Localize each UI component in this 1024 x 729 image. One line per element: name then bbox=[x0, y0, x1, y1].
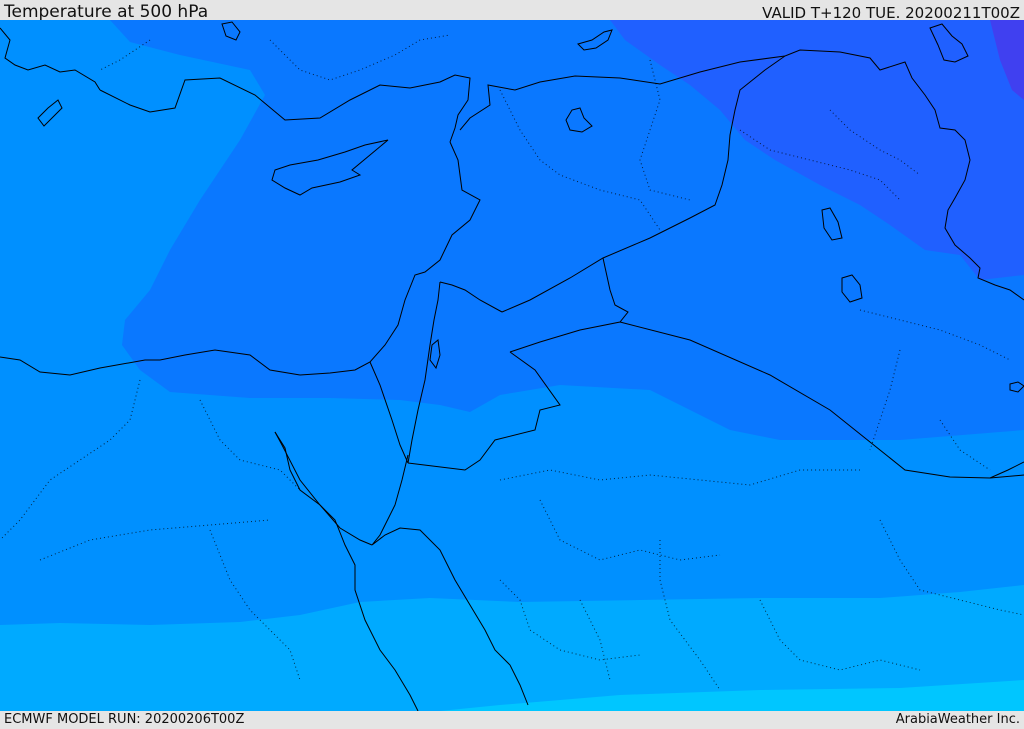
temperature-bands bbox=[0, 20, 1024, 711]
weather-map[interactable] bbox=[0, 20, 1024, 711]
map-title: Temperature at 500 hPa bbox=[4, 2, 209, 22]
top-bar: Temperature at 500 hPa VALID T+120 TUE. … bbox=[0, 0, 1024, 22]
credit-label: ArabiaWeather Inc. bbox=[895, 712, 1020, 727]
model-run-label: ECMWF MODEL RUN: 20200206T00Z bbox=[4, 712, 245, 727]
bottom-bar: ECMWF MODEL RUN: 20200206T00Z ArabiaWeat… bbox=[0, 711, 1024, 729]
map-canvas bbox=[0, 20, 1024, 711]
